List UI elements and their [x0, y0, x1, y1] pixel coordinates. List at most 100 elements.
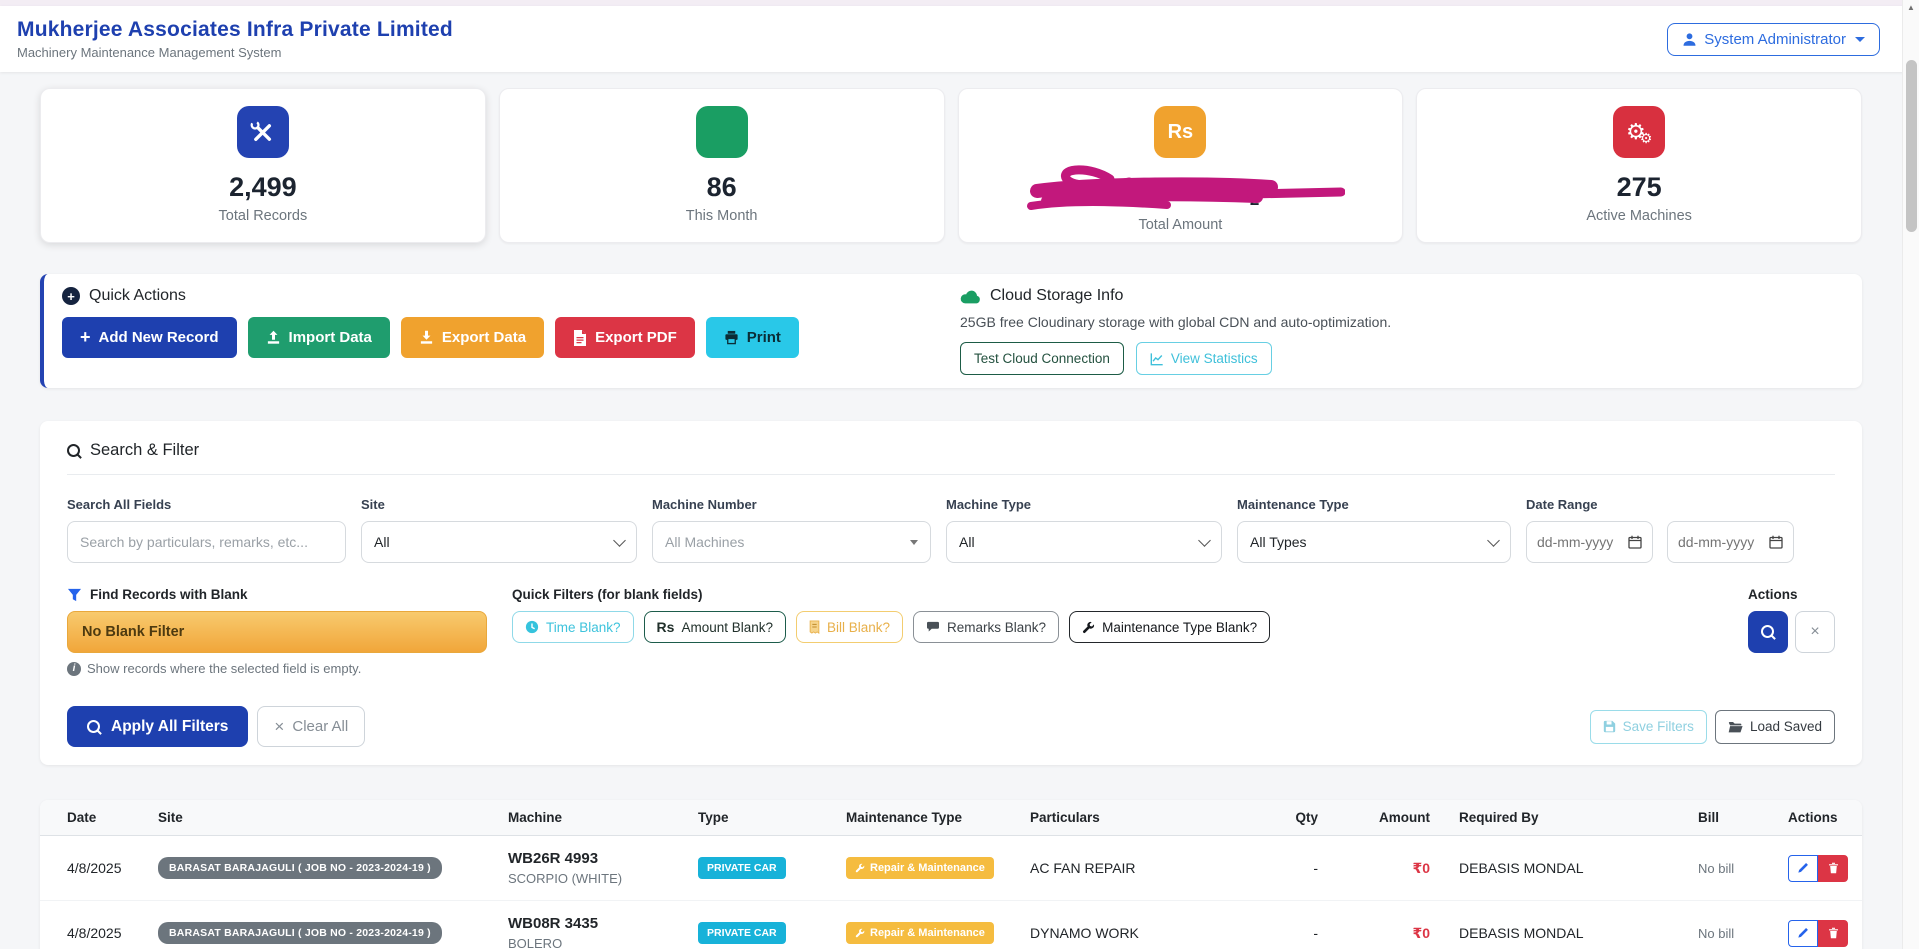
remarks-blank-pill[interactable]: Remarks Blank?: [913, 611, 1059, 643]
row-actions: [1788, 855, 1854, 882]
stat-card-total-amount: Rs 2 Total Amount: [958, 88, 1404, 243]
col-type: Type: [690, 800, 838, 836]
blank-filter-label: Find Records with Blank: [67, 587, 487, 602]
chart-icon: [1150, 352, 1164, 366]
field-date-range: Date Range: [1526, 497, 1794, 563]
edit-record-button[interactable]: [1788, 920, 1818, 947]
calendar-icon[interactable]: [1628, 535, 1642, 549]
calendar-icon[interactable]: [1769, 535, 1783, 549]
blank-clear-button[interactable]: ×: [1795, 611, 1835, 653]
blank-search-button[interactable]: [1748, 611, 1788, 653]
print-button[interactable]: Print: [706, 317, 799, 358]
maintenance-type-select[interactable]: All Types: [1237, 521, 1511, 563]
machine-number-select[interactable]: All Machines: [652, 521, 931, 563]
edit-record-button[interactable]: [1788, 855, 1818, 882]
search-filter-heading: Search & Filter: [67, 421, 1835, 475]
col-amount: Amount: [1326, 800, 1438, 836]
delete-record-button[interactable]: [1818, 855, 1848, 882]
wrench-icon: [855, 863, 865, 873]
table-row: 4/8/2025 BARASAT BARAJAGULI ( JOB NO - 2…: [40, 836, 1862, 901]
rupee-icon: Rs: [1154, 106, 1206, 158]
actions-label: Actions: [1748, 587, 1835, 602]
cell-bill: No bill: [1698, 926, 1734, 941]
search-filter-title: Search & Filter: [90, 441, 199, 460]
filter-actions-row: Apply All Filters × Clear All Save Filte…: [67, 706, 1835, 747]
pdf-icon: [573, 330, 587, 346]
upload-icon: [266, 330, 281, 345]
col-actions: Actions: [1780, 800, 1862, 836]
machine-model: BOLERO: [508, 936, 682, 949]
field-search-all: Search All Fields: [67, 497, 346, 563]
export-pdf-button[interactable]: Export PDF: [555, 317, 695, 358]
col-bill: Bill: [1690, 800, 1780, 836]
blank-filter-row: Find Records with Blank No Blank Filter …: [67, 587, 1835, 676]
folder-open-icon: [1728, 721, 1743, 733]
search-filter-panel: Search & Filter Search All Fields Site A…: [40, 421, 1862, 765]
user-menu-button[interactable]: System Administrator: [1667, 23, 1880, 56]
cell-required-by: DEBASIS MONDAL: [1438, 836, 1690, 901]
maintenance-type-badge: Repair & Maintenance: [846, 857, 994, 879]
brand-block: Mukherjee Associates Infra Private Limit…: [17, 18, 453, 60]
search-icon: [1761, 625, 1775, 639]
date-from-input[interactable]: [1537, 534, 1621, 550]
quick-actions-heading: + Quick Actions: [62, 287, 942, 305]
company-title: Mukherjee Associates Infra Private Limit…: [17, 18, 453, 42]
redacted-amount-scribble: 2: [1015, 164, 1345, 212]
receipt-icon: [809, 620, 820, 634]
stat-card-total-records: 2,499 Total Records: [40, 88, 486, 243]
col-particulars: Particulars: [1022, 800, 1284, 836]
x-icon: ×: [274, 717, 284, 737]
scrollbar-thumb[interactable]: [1906, 60, 1917, 232]
app-header: Mukherjee Associates Infra Private Limit…: [0, 6, 1919, 72]
field-label: Search All Fields: [67, 497, 346, 512]
cloud-icon: [960, 289, 981, 304]
col-maintenance-type: Maintenance Type: [838, 800, 1022, 836]
add-new-record-button[interactable]: + Add New Record: [62, 317, 237, 358]
clock-icon: [525, 620, 539, 634]
stat-label: Total Records: [219, 208, 308, 224]
chevron-down-icon: [1198, 534, 1211, 547]
field-label: Date Range: [1526, 497, 1794, 512]
save-filters-button[interactable]: Save Filters: [1590, 710, 1707, 744]
scrollbar[interactable]: ▲: [1902, 0, 1919, 949]
save-icon: [1603, 720, 1616, 733]
import-data-button[interactable]: Import Data: [248, 317, 390, 358]
field-machine-number: Machine Number All Machines: [652, 497, 931, 563]
gears-icon: ⚙⚙: [1613, 106, 1665, 158]
apply-all-filters-button[interactable]: Apply All Filters: [67, 706, 248, 747]
quick-actions-buttons: + Add New Record Import Data Export Da: [62, 317, 942, 358]
amount-blank-pill[interactable]: Rs Amount Blank?: [644, 611, 786, 643]
bill-blank-pill[interactable]: Bill Blank?: [796, 611, 903, 643]
machine-model: SCORPIO (WHITE): [508, 871, 682, 886]
time-blank-pill[interactable]: Time Blank?: [512, 611, 634, 643]
site-badge: BARASAT BARAJAGULI ( JOB NO - 2023-2024-…: [158, 857, 442, 879]
pencil-icon: [1797, 862, 1809, 874]
rupee-text-icon: Rs: [657, 619, 675, 635]
chevron-down-icon: [1855, 37, 1865, 42]
stat-value: 86: [707, 172, 737, 203]
quick-filters-label: Quick Filters (for blank fields): [512, 587, 1270, 602]
quick-filters-block: Quick Filters (for blank fields) Time Bl…: [512, 587, 1270, 676]
delete-record-button[interactable]: [1818, 920, 1848, 947]
search-icon: [67, 444, 81, 458]
load-saved-button[interactable]: Load Saved: [1715, 710, 1835, 744]
clear-all-button[interactable]: × Clear All: [257, 706, 365, 747]
field-maintenance-type: Maintenance Type All Types: [1237, 497, 1511, 563]
blank-filter-select[interactable]: No Blank Filter: [67, 611, 487, 653]
chevron-down-icon: [613, 534, 626, 547]
site-select[interactable]: All: [361, 521, 637, 563]
test-cloud-connection-button[interactable]: Test Cloud Connection: [960, 342, 1124, 375]
scrollbar-up-icon[interactable]: ▲: [1903, 3, 1919, 12]
col-required-by: Required By: [1438, 800, 1690, 836]
chevron-down-icon: [910, 540, 918, 549]
machine-type-select[interactable]: All: [946, 521, 1222, 563]
export-data-button[interactable]: Export Data: [401, 317, 544, 358]
search-all-input[interactable]: [67, 521, 346, 563]
date-to-input[interactable]: [1678, 534, 1762, 550]
search-icon: [87, 720, 101, 734]
view-statistics-button[interactable]: View Statistics: [1136, 342, 1272, 375]
cloud-description: 25GB free Cloudinary storage with global…: [960, 314, 1391, 330]
machine-number: WB08R 3435: [508, 915, 682, 932]
maintenance-type-blank-pill[interactable]: Maintenance Type Blank?: [1069, 611, 1270, 643]
row-actions: [1788, 920, 1854, 947]
